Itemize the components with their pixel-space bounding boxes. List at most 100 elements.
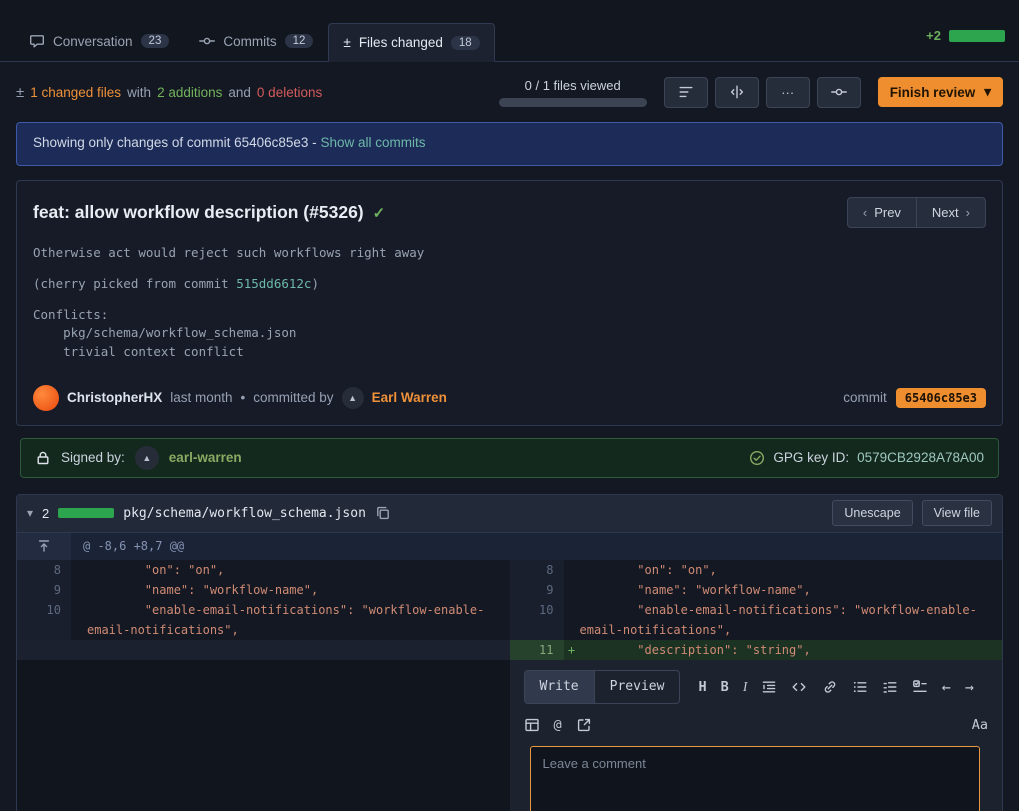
- heading-icon[interactable]: H: [698, 677, 706, 697]
- diff-marker: [564, 580, 580, 600]
- commit-title: feat: allow workflow description (#5326): [33, 202, 364, 223]
- tab-count-badge: 18: [451, 36, 480, 50]
- next-label: Next: [932, 205, 959, 220]
- files-viewed-progress: [499, 98, 647, 107]
- cherry-pick-text: ): [311, 276, 319, 291]
- new-code-cell: "on": "on",: [564, 560, 1003, 580]
- bold-icon[interactable]: B: [721, 677, 729, 697]
- link-icon[interactable]: [822, 679, 838, 695]
- commit-time: last month: [170, 390, 232, 405]
- new-line-number[interactable]: 10: [510, 600, 564, 640]
- view-file-button[interactable]: View file: [922, 500, 992, 526]
- reference-icon[interactable]: [576, 717, 592, 733]
- code-icon[interactable]: [791, 679, 807, 695]
- summary-text: with: [127, 85, 151, 100]
- old-line-number[interactable]: 8: [17, 560, 71, 580]
- old-code-cell: "enable-email-notifications": "workflow-…: [71, 600, 510, 640]
- diff-add-marker: +: [564, 640, 580, 660]
- commit-message-line: (cherry picked from commit 515dd6612c): [33, 275, 986, 293]
- author-name[interactable]: ChristopherHX: [67, 390, 162, 405]
- diff-bottom-row: Write Preview H B I: [17, 660, 1002, 811]
- code-text: "name": "workflow-name",: [87, 580, 502, 600]
- diff-options-button[interactable]: ···: [766, 77, 810, 108]
- expand-hunk-button[interactable]: [17, 533, 71, 560]
- code-text: "on": "on",: [580, 560, 995, 580]
- quote-icon[interactable]: [761, 679, 777, 695]
- tab-commits[interactable]: Commits 12: [184, 21, 328, 61]
- copy-path-button[interactable]: [375, 505, 391, 521]
- unordered-list-icon[interactable]: [852, 679, 868, 695]
- commit-box: feat: allow workflow description (#5326)…: [16, 180, 1003, 426]
- task-list-icon[interactable]: [912, 679, 928, 695]
- italic-icon[interactable]: I: [743, 677, 748, 697]
- file-path[interactable]: pkg/schema/workflow_schema.json: [123, 506, 366, 521]
- font-toggle-icon[interactable]: Aa: [972, 715, 988, 735]
- pr-diff-stat: +2: [926, 28, 1005, 61]
- new-line-number[interactable]: 9: [510, 580, 564, 600]
- cherry-pick-sha-link[interactable]: 515dd6612c: [236, 276, 311, 291]
- old-line-number[interactable]: 9: [17, 580, 71, 600]
- file-change-count: 2: [42, 506, 49, 521]
- file-tree-icon: [678, 84, 694, 100]
- author-avatar[interactable]: [33, 385, 59, 411]
- new-line-number[interactable]: 8: [510, 560, 564, 580]
- changed-files-summary: ± 1 changed files with 2 additions and 0…: [16, 84, 322, 101]
- arrow-right-icon[interactable]: →: [965, 677, 974, 697]
- commit-label: commit: [843, 390, 887, 405]
- cherry-pick-text: (cherry picked from commit: [33, 276, 236, 291]
- arrow-left-icon[interactable]: ←: [942, 677, 951, 697]
- diff-marker: [71, 560, 87, 580]
- new-line-number[interactable]: 11: [510, 640, 564, 660]
- diff-summary-bar: ± 1 changed files with 2 additions and 0…: [0, 62, 1019, 122]
- signed-by-label: Signed by:: [61, 450, 125, 465]
- gpg-key-value: 0579CB2928A78A00: [857, 450, 984, 465]
- commit-select-button[interactable]: [817, 77, 861, 108]
- code-text: "enable-email-notifications": "workflow-…: [87, 600, 502, 640]
- code-text: "name": "workflow-name",: [580, 580, 995, 600]
- diff-stat-bar: [949, 30, 1005, 42]
- file-diff-stat-bar: [58, 508, 114, 518]
- file-diff-box: ▾ 2 pkg/schema/workflow_schema.json Unes…: [16, 494, 1003, 811]
- old-line-number[interactable]: 10: [17, 600, 71, 640]
- tab-files-changed[interactable]: ± Files changed 18: [328, 23, 494, 62]
- editor-toolbar-secondary: @ Aa: [524, 715, 989, 735]
- finish-review-button[interactable]: Finish review ▾: [878, 77, 1003, 107]
- tab-label: Conversation: [53, 34, 133, 49]
- commit-author-row: ChristopherHX last month • committed by …: [17, 377, 1002, 425]
- commit-header: feat: allow workflow description (#5326)…: [17, 181, 1002, 234]
- committer-avatar[interactable]: ▲: [342, 387, 364, 409]
- ordered-list-icon[interactable]: [882, 679, 898, 695]
- finish-review-label: Finish review: [890, 85, 976, 100]
- table-icon[interactable]: [524, 717, 540, 733]
- show-all-commits-link[interactable]: Show all commits: [320, 135, 425, 150]
- diff-icon: ±: [16, 84, 24, 101]
- dot-separator: •: [241, 390, 246, 405]
- file-tree-toggle-button[interactable]: [664, 77, 708, 108]
- write-tab[interactable]: Write: [525, 671, 594, 703]
- committer-name[interactable]: Earl Warren: [372, 390, 447, 405]
- pr-tab-bar: Conversation 23 Commits 12 ± Files chang…: [0, 0, 1019, 62]
- tab-conversation[interactable]: Conversation 23: [14, 21, 184, 61]
- diff-view-button[interactable]: [715, 77, 759, 108]
- unescape-button[interactable]: Unescape: [832, 500, 912, 526]
- preview-tab[interactable]: Preview: [594, 671, 680, 703]
- changed-files-link[interactable]: 1 changed files: [30, 85, 121, 100]
- signer-name-link[interactable]: earl-warren: [169, 450, 242, 465]
- next-commit-button[interactable]: Next ›: [916, 197, 986, 228]
- files-viewed: 0 / 1 files viewed: [499, 78, 647, 107]
- mention-icon[interactable]: @: [554, 715, 562, 735]
- commit-sha-badge[interactable]: 65406c85e3: [896, 388, 986, 408]
- diff-row: 10 "enable-email-notifications": "workfl…: [17, 600, 1002, 640]
- signer-avatar[interactable]: ▲: [135, 446, 159, 470]
- diff-left-empty-area: [17, 660, 510, 811]
- collapse-file-chevron-icon[interactable]: ▾: [27, 506, 33, 520]
- hunk-header-text: @ -8,6 +8,7 @@: [71, 533, 1002, 560]
- prev-commit-button[interactable]: ‹ Prev: [847, 197, 917, 228]
- editor-toolbar: H B I ← →: [698, 677, 988, 697]
- deletions-text: 0 deletions: [257, 85, 322, 100]
- code-text: "description": "string",: [580, 640, 995, 660]
- old-code-cell: "on": "on",: [71, 560, 510, 580]
- gpg-key-label: GPG key ID:: [773, 450, 849, 465]
- comment-input[interactable]: [530, 746, 981, 811]
- additions-count: +2: [926, 28, 941, 43]
